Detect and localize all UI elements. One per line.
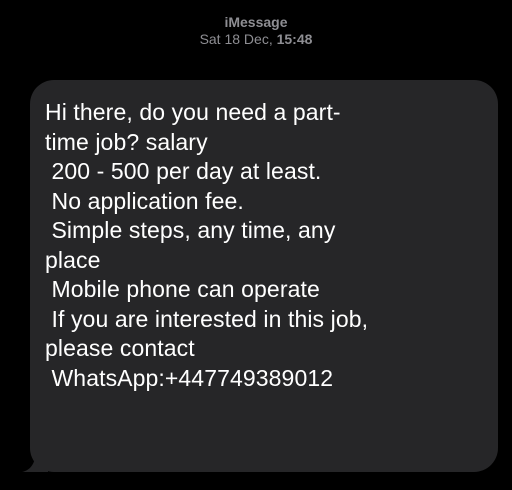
message-text-line: Simple steps, any time, any — [45, 217, 336, 243]
message-text-line: No application fee. — [45, 187, 244, 214]
service-label: iMessage — [224, 14, 288, 30]
message-text-line: please contact — [45, 335, 195, 361]
message-text-line: Mobile phone can operate — [45, 276, 320, 302]
message-text-line: Hi there, do you need a part- — [45, 99, 341, 125]
whatsapp-contact-line[interactable]: WhatsApp:+447749389012 — [45, 364, 486, 394]
message-text-line: 200 - 500 per day at least. — [45, 158, 322, 184]
timestamp-time: 15:48 — [276, 31, 313, 47]
message-bubble[interactable]: Hi there, do you need a part- time job? … — [30, 80, 498, 472]
message-text-line: If you are interested in this job, — [45, 305, 369, 332]
message-text-line: time job? salary — [45, 128, 208, 155]
message-timestamp: Sat 18 Dec, 15:48 — [0, 31, 512, 48]
conversation-header: iMessage Sat 18 Dec, 15:48 — [0, 14, 512, 48]
message-text-line: place — [45, 246, 101, 273]
timestamp-date: Sat 18 Dec, — [199, 31, 273, 47]
received-message[interactable]: Hi there, do you need a part- time job? … — [22, 80, 498, 472]
